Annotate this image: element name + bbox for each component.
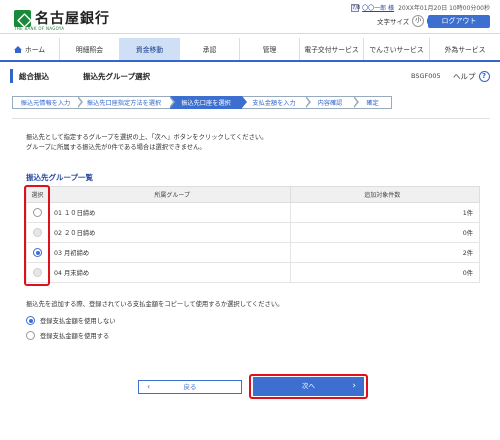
help-label: ヘルプ: [453, 72, 476, 81]
bank-name: 名古屋銀行: [35, 11, 110, 27]
next-button[interactable]: 次へ ›: [253, 377, 364, 396]
table-row: 02 ２０日締め 0件: [26, 222, 480, 243]
step-5: 内容確認: [306, 96, 359, 109]
chevron-right-icon: ›: [352, 381, 356, 391]
option-label: 登録支払金額を使用する: [40, 333, 110, 340]
step-arrow: [353, 96, 359, 108]
last-login-time: 20XX年01月20日 10時00分00秒: [398, 5, 490, 12]
table-row: 04 月末締め 0件: [26, 262, 480, 283]
step-indicator: 振込元情報を入力 振込先口座指定方法を選択 振込先口座を選択 支払金額を入力 内…: [12, 96, 392, 109]
user-info: 7/8 〇〇一郎 様 20XX年01月20日 10時00分00秒: [351, 3, 490, 12]
nav-management-label: 管理: [262, 46, 277, 54]
step-arrow: [241, 96, 247, 108]
nav-densai-label: でんさいサービス: [369, 46, 424, 54]
instruction-text: グループに所属する振込先が0件である場合は選択できません。: [26, 144, 206, 151]
group-name: 02 ２０日締め: [47, 222, 292, 243]
copy-amount-question: 振込先を追加する際、登録されている支払金額をコピーして使用するか選択してください…: [26, 301, 284, 308]
option-copy[interactable]: 登録支払金額を使用する: [26, 331, 109, 340]
option-no-copy[interactable]: 登録支払金額を使用しない: [26, 316, 116, 325]
option-label: 登録支払金額を使用しない: [40, 318, 116, 325]
next-button-label: 次へ: [302, 382, 315, 390]
step-label: 支払金額を入力: [252, 100, 296, 107]
group-count: 1件: [290, 202, 480, 223]
nav-e-delivery[interactable]: 電子交付サービス: [300, 38, 364, 60]
column-header-count: 追加対象件数: [290, 186, 480, 203]
group-radio-02: [32, 228, 42, 237]
column-header-group: 所属グループ: [47, 186, 292, 203]
step-arrow: [305, 96, 311, 108]
step-label: 振込先口座を選択: [181, 100, 231, 107]
column-header-select: 選択: [26, 186, 49, 203]
nav-fund-transfer[interactable]: 資金移動: [120, 38, 180, 60]
global-nav: ホーム 明細照会 資金移動 承認 管理 電子交付サービス でんさいサービス 外為…: [0, 38, 500, 62]
home-icon: [13, 45, 22, 53]
user-name-link[interactable]: 〇〇一郎 様: [362, 3, 394, 12]
option-copy-radio[interactable]: [26, 331, 35, 340]
screen-code: BSGF005: [411, 72, 441, 80]
text-size-label: 文字サイズ: [377, 18, 410, 26]
logout-button[interactable]: ログアウト: [428, 15, 490, 28]
page-subtitle: 振込先グループ選択: [83, 72, 151, 81]
question-circle-icon: ?: [478, 71, 490, 82]
table-row: 01 １０日締め 1件: [26, 202, 480, 223]
step-label: 振込先口座指定方法を選択: [86, 100, 162, 107]
group-count: 2件: [290, 242, 480, 263]
step-label: 振込元情報を入力: [20, 100, 71, 107]
step-1: 振込元情報を入力: [12, 96, 83, 109]
instruction-text: 振込先として指定するグループを選択の上、「次へ」ボタンをクリックしてください。: [26, 134, 268, 141]
group-radio-04: [32, 268, 42, 277]
page-title-bar: 総合振込 振込先グループ選択 BSGF005 ヘルプ ?: [10, 69, 490, 83]
group-radio-03[interactable]: [32, 248, 42, 257]
back-button[interactable]: ‹ 戻る: [138, 380, 242, 394]
nav-fund-transfer-label: 資金移動: [135, 46, 164, 54]
group-count: 0件: [290, 262, 480, 283]
text-size-small-button[interactable]: 小: [412, 15, 425, 27]
step-label: 確定: [366, 100, 379, 107]
option-no-copy-radio[interactable]: [26, 316, 35, 325]
group-count: 0件: [290, 222, 480, 243]
step-2: 振込先口座指定方法を選択: [78, 96, 175, 109]
group-name: 03 月初締め: [47, 242, 292, 263]
step-6: 確定: [354, 96, 392, 109]
nav-home-label: ホーム: [24, 46, 46, 54]
nav-e-delivery-label: 電子交付サービス: [304, 46, 359, 54]
step-arrow: [169, 96, 175, 108]
group-name: 01 １０日締め: [47, 202, 292, 223]
step-arrow: [77, 96, 83, 108]
nav-management[interactable]: 管理: [240, 38, 300, 60]
nav-statements-label: 明細照会: [75, 46, 104, 54]
nav-forex[interactable]: 外為サービス: [430, 38, 500, 60]
nav-statements[interactable]: 明細照会: [60, 38, 120, 60]
header: 名古屋銀行 THE BANK OF NAGOYA 7/8 〇〇一郎 様 20XX…: [0, 0, 500, 34]
group-radio-01[interactable]: [32, 208, 42, 217]
table-header-row: 選択 所属グループ 追加対象件数: [26, 186, 480, 203]
step-3: 振込先口座を選択: [170, 96, 247, 109]
bank-name-sub: THE BANK OF NAGOYA: [14, 26, 65, 31]
nav-home[interactable]: ホーム: [0, 38, 60, 60]
group-name: 04 月末締め: [47, 262, 292, 283]
group-table: 選択 所属グループ 追加対象件数 01 １０日締め 1件 02 ２０日締め 0件…: [26, 186, 480, 283]
help-link[interactable]: ヘルプ ?: [453, 71, 490, 82]
nav-forex-label: 外為サービス: [444, 46, 486, 54]
step-4: 支払金額を入力: [242, 96, 311, 109]
step-label: 内容確認: [317, 100, 343, 107]
group-list-title: 振込先グループ一覧: [26, 173, 94, 182]
table-row: 03 月初締め 2件: [26, 242, 480, 263]
bank-logo[interactable]: 名古屋銀行: [14, 8, 110, 28]
chevron-left-icon: ‹: [147, 382, 151, 391]
nav-densai[interactable]: でんさいサービス: [364, 38, 430, 60]
nav-approval[interactable]: 承認: [180, 38, 240, 60]
nav-approval-label: 承認: [202, 46, 217, 54]
notification-badge[interactable]: 7/8: [351, 3, 360, 12]
back-button-label: 戻る: [183, 383, 197, 391]
bank-logo-icon: [14, 9, 31, 27]
page-title: 総合振込: [19, 72, 49, 81]
